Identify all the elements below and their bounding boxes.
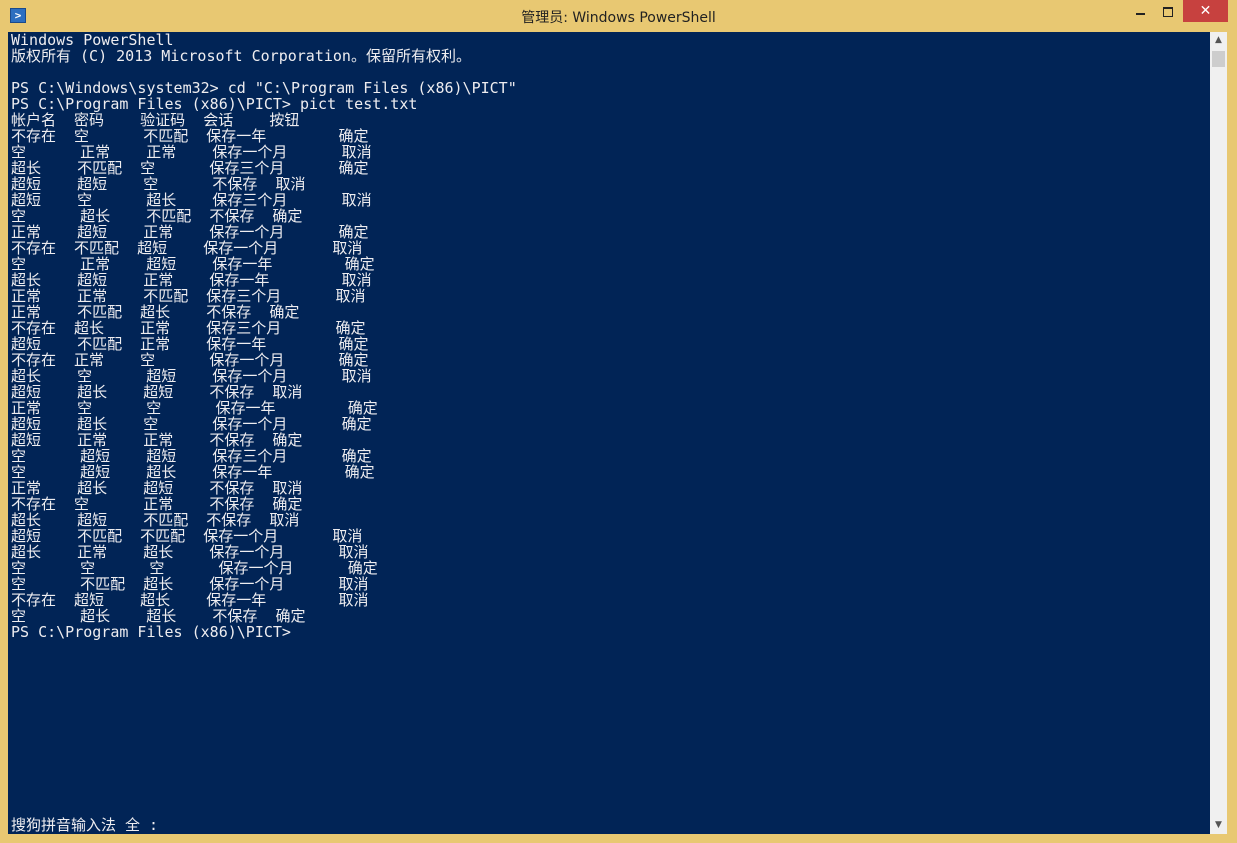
vertical-scrollbar[interactable]: ▲ ▼ (1210, 32, 1227, 834)
console-line: 超短 不匹配 正常 保存一年 确定 (11, 335, 369, 353)
console-line: 空 空 空 保存一个月 确定 (11, 559, 378, 577)
console-line: 帐户名 密码 验证码 会话 按钮 (11, 111, 300, 129)
console-line: 不存在 不匹配 超短 保存一个月 取消 (11, 239, 363, 257)
console-line: 正常 超长 超短 不保存 取消 (11, 479, 303, 497)
console-line: PS C:\Program Files (x86)\PICT> pict tes… (11, 95, 418, 113)
console-line: 正常 空 空 保存一年 确定 (11, 399, 378, 417)
console-line: 空 超短 超长 保存一年 确定 (11, 463, 375, 481)
console-line: 不存在 空 不匹配 保存一年 确定 (11, 127, 369, 145)
console-line: 超短 正常 正常 不保存 确定 (11, 431, 303, 449)
scroll-up-button[interactable]: ▲ (1210, 32, 1227, 49)
console-line: 空 超短 超短 保存三个月 确定 (11, 447, 372, 465)
console-line: 空 正常 超短 保存一年 确定 (11, 255, 375, 273)
title-bar[interactable]: > 管理员: Windows PowerShell ✕ (0, 0, 1237, 32)
console-line: 超短 超长 空 保存一个月 确定 (11, 415, 372, 433)
console-line: PS C:\Program Files (x86)\PICT> (11, 623, 291, 641)
minimize-icon (1135, 12, 1145, 15)
console-line: 不存在 正常 空 保存一个月 确定 (11, 351, 369, 369)
maximize-button[interactable] (1155, 0, 1181, 22)
console-line: 空 正常 正常 保存一个月 取消 (11, 143, 372, 161)
console-output: Windows PowerShell 版权所有 (C) 2013 Microsof… (11, 32, 517, 640)
console-line: 超短 空 超长 保存三个月 取消 (11, 191, 372, 209)
console-line: 不存在 空 正常 不保存 确定 (11, 495, 303, 513)
close-button[interactable]: ✕ (1183, 0, 1228, 22)
console-line: 空 不匹配 超长 保存一个月 取消 (11, 575, 369, 593)
console-line: 空 超长 超长 不保存 确定 (11, 607, 306, 625)
console-line: Windows PowerShell (11, 32, 174, 49)
console-line: 超短 超短 空 不保存 取消 (11, 175, 306, 193)
console-line: 超短 不匹配 不匹配 保存一个月 取消 (11, 527, 363, 545)
console-line: 超长 超短 不匹配 不保存 取消 (11, 511, 300, 529)
console-line: PS C:\Windows\system32> cd "C:\Program F… (11, 79, 517, 97)
console-line: 超长 空 超短 保存一个月 取消 (11, 367, 372, 385)
console-line: 正常 超短 正常 保存一个月 确定 (11, 223, 369, 241)
console-line: 版权所有 (C) 2013 Microsoft Corporation。保留所有… (11, 47, 471, 65)
console-line: 超长 不匹配 空 保存三个月 确定 (11, 159, 369, 177)
close-icon: ✕ (1199, 3, 1212, 19)
powershell-window: > 管理员: Windows PowerShell ✕ Windows Powe… (0, 0, 1237, 843)
scroll-down-button[interactable]: ▼ (1210, 817, 1227, 834)
console-line: 超长 正常 超长 保存一个月 取消 (11, 543, 369, 561)
window-title: 管理员: Windows PowerShell (521, 10, 716, 26)
console-line: 超短 超长 超短 不保存 取消 (11, 383, 303, 401)
console-line: 空 超长 不匹配 不保存 确定 (11, 207, 303, 225)
console-line: 正常 不匹配 超长 不保存 确定 (11, 303, 300, 321)
console-line: 不存在 超短 超长 保存一年 取消 (11, 591, 369, 609)
console-line: 超长 超短 正常 保存一年 取消 (11, 271, 372, 289)
minimize-button[interactable] (1127, 0, 1153, 22)
scroll-thumb[interactable] (1212, 51, 1225, 67)
console-line: 不存在 超长 正常 保存三个月 确定 (11, 319, 366, 337)
ime-status: 搜狗拼音输入法 全 : (11, 816, 159, 834)
console-line: 正常 正常 不匹配 保存三个月 取消 (11, 287, 366, 305)
console-area[interactable]: Windows PowerShell 版权所有 (C) 2013 Microsof… (8, 32, 1210, 834)
maximize-icon (1163, 6, 1173, 17)
